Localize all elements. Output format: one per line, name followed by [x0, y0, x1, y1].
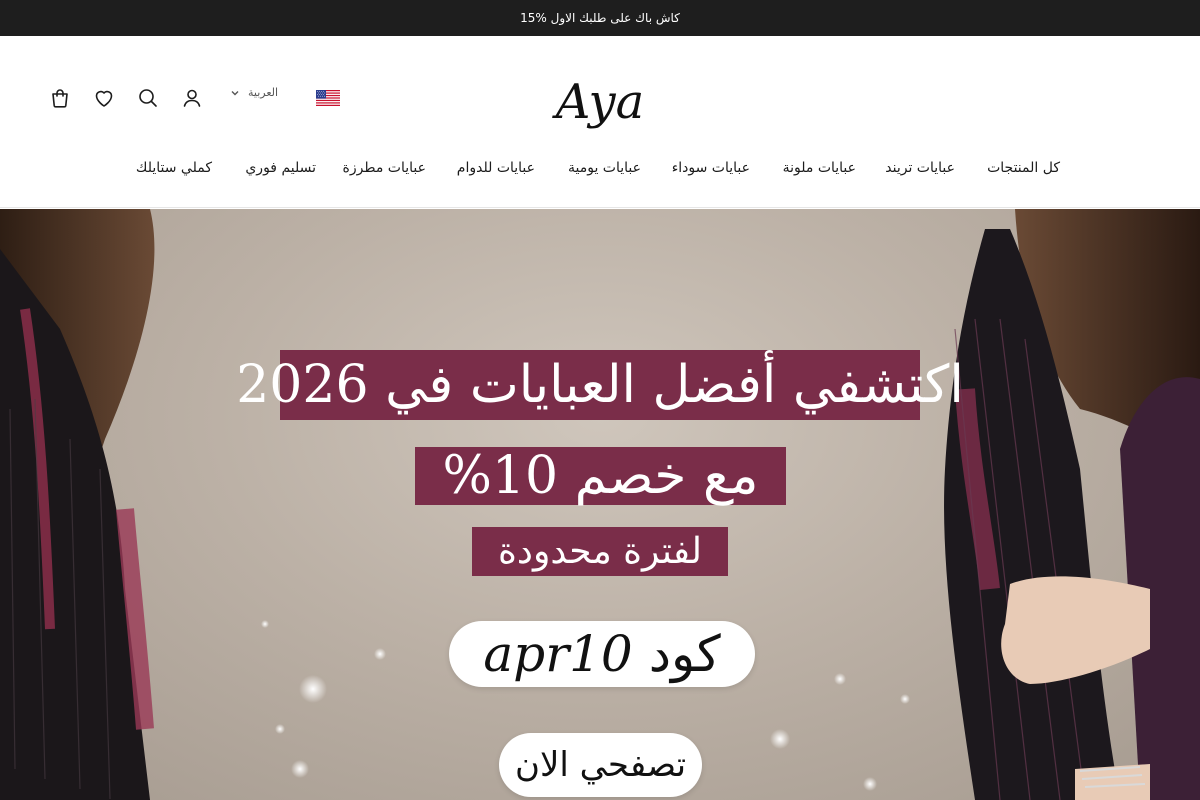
account-button[interactable] [170, 80, 214, 116]
browse-now-button[interactable]: تصفحي الان [499, 733, 702, 797]
language-selector[interactable]: العربية [230, 86, 278, 99]
hero-banner[interactable]: اكتشفي أفضل العبايات في 2026 مع خصم 10% … [0, 209, 1200, 800]
cart-button[interactable] [38, 80, 82, 116]
header-icons [38, 80, 214, 116]
cart-icon [52, 89, 68, 108]
heart-icon [95, 90, 113, 107]
hero-headline: اكتشفي أفضل العبايات في 2026 [236, 350, 964, 420]
site-header: العربية Aya كل المنتجات عبايات تريند عبا… [0, 36, 1200, 208]
promo-code-label: كود [648, 625, 721, 683]
nav-item-daily[interactable]: عبايات يومية [568, 160, 641, 176]
nav-item-trend[interactable]: عبايات تريند [885, 160, 955, 176]
nav-item-colored[interactable]: عبايات ملونة [783, 160, 856, 176]
nav-item-instant-delivery[interactable]: تسليم فوري [245, 160, 316, 176]
search-icon [139, 89, 157, 107]
logo-text: Aya [552, 74, 644, 130]
announcement-bar: 15% كاش باك على طلبك الاول [0, 0, 1200, 36]
hero-discount: مع خصم 10% [415, 446, 786, 506]
left-model-figure [0, 209, 155, 800]
wishlist-button[interactable] [82, 80, 126, 116]
aya-logo[interactable]: Aya [550, 58, 650, 138]
us-flag-icon[interactable] [316, 90, 340, 106]
nav-item-embroidered[interactable]: عبايات مطرزة [343, 160, 426, 176]
nav-item-complete-style[interactable]: كملي ستايلك [136, 160, 212, 176]
announcement-text: 15% كاش باك على طلبك الاول [520, 11, 680, 25]
language-label: العربية [248, 86, 279, 99]
main-nav: كل المنتجات عبايات تريند عبايات ملونة عب… [0, 156, 1200, 184]
hero-limited-time: لفترة محدودة [472, 527, 728, 576]
right-model-figure [944, 209, 1200, 800]
nav-item-black[interactable]: عبايات سوداء [672, 160, 750, 176]
account-icon [183, 89, 201, 107]
promo-code-badge: كود apr10 [449, 621, 755, 687]
promo-code-value: apr10 [483, 625, 633, 683]
nav-item-work[interactable]: عبايات للدوام [457, 160, 535, 176]
nav-item-all-products[interactable]: كل المنتجات [987, 160, 1060, 176]
search-button[interactable] [126, 80, 170, 116]
chevron-down-icon [231, 90, 239, 95]
browse-now-label: تصفحي الان [514, 745, 687, 785]
